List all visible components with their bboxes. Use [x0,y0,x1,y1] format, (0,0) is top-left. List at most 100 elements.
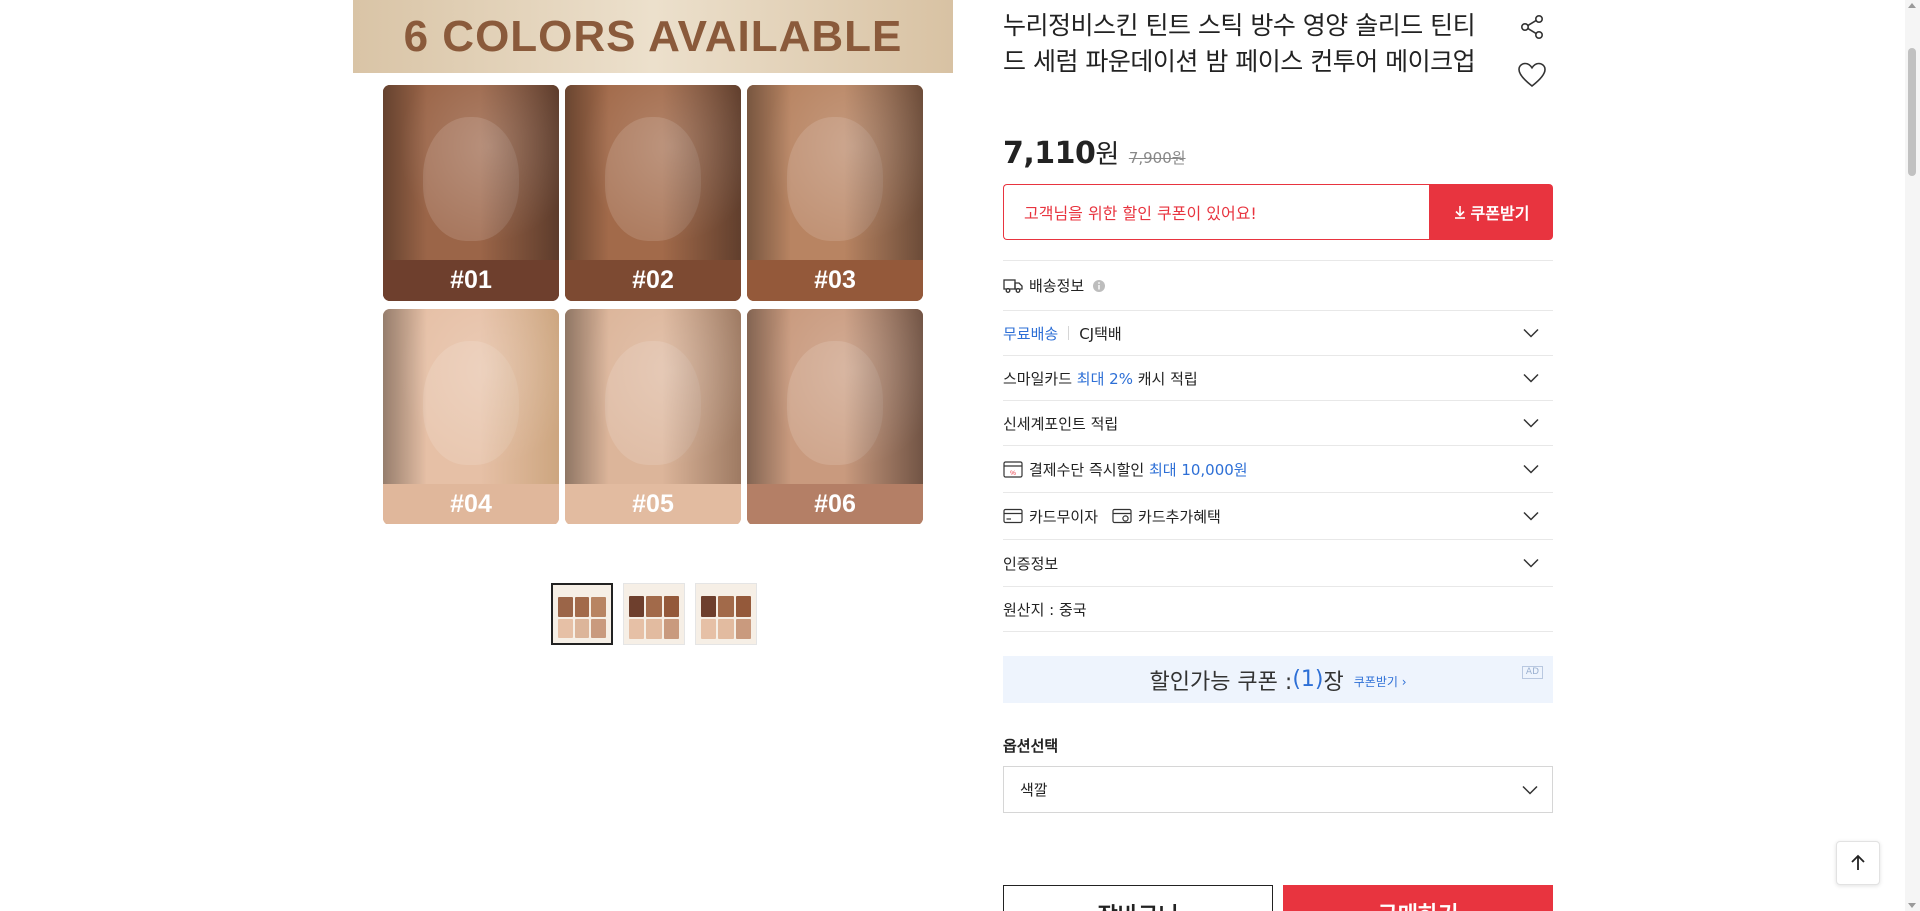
shade-swatch: #04 [383,309,559,524]
payment-discount-label: 결제수단 즉시할인 [1029,460,1145,479]
thumbnail-cell [735,596,751,617]
certification-label: 인증정보 [1003,554,1059,573]
original-price: 7,900원 [1128,149,1186,167]
scroll-to-top-button[interactable] [1836,841,1880,885]
ad-badge: AD [1521,666,1543,679]
thumbnail-cell [701,596,717,617]
chevron-down-icon [1523,554,1539,572]
coupon-bar-suffix: 장 [1323,669,1344,695]
sale-price: 7,110원 [1003,136,1119,171]
color-option-label: 색깔 [1020,781,1048,799]
scrollbar-thumb[interactable] [1908,48,1916,176]
chevron-down-icon [1523,369,1539,387]
payment-discount-highlight: 최대 10,000원 [1148,460,1248,479]
coupon-bar-prefix: 할인가능 쿠폰 : [1149,669,1293,695]
model-face-image [747,309,923,484]
model-face-image [565,309,741,484]
shipping-info-row: 배송정보 [1003,261,1553,311]
certification-row[interactable]: 인증정보 [1003,540,1553,587]
product-main-image[interactable]: 6 COLORS AVAILABLE #01 #02 #03 #04 #05 #06 [353,0,953,524]
download-icon [1454,206,1465,219]
calendar-discount-icon: % [1003,460,1023,478]
info-icon[interactable] [1092,279,1106,293]
card-benefit-row[interactable]: 카드무이자 카드추가혜택 [1003,493,1553,540]
product-title: 누리정비스킨 틴트 스틱 방수 영양 솔리드 틴티드 세럼 파운데이션 밤 페이… [1003,11,1476,76]
purchase-buttons: 장바구니 구매하기 [1003,885,1553,911]
smilecard-suffix: 캐시 적립 [1137,369,1198,388]
thumbnail-cell [629,618,645,639]
chevron-down-icon [1522,781,1538,799]
shade-label: #03 [747,260,923,301]
thumbnail-cell [574,618,590,638]
shade-label: #02 [565,260,741,301]
shade-label: #06 [747,484,923,524]
chevron-down-icon [1523,460,1539,478]
card-benefit-label: 카드추가혜택 [1138,507,1221,526]
option-title: 옵션선택 [1003,737,1059,755]
smilecard-highlight: 최대 2% [1076,369,1133,388]
coupon-message: 고객님을 위한 할인 쿠폰이 있어요! [1003,184,1429,240]
thumbnail-2[interactable] [623,583,685,645]
shade-label: #04 [383,484,559,524]
svg-text:%: % [1010,470,1016,477]
thumbnail-cell [646,596,662,617]
payment-discount-row[interactable]: % 결제수단 즉시할인 최대 10,000원 [1003,446,1553,493]
shipping-method-row[interactable]: 무료배송 CJ택배 [1003,311,1553,356]
arrow-up-icon [1851,854,1865,870]
thumbnail-preview [558,597,606,638]
thumbnail-cell [646,618,662,639]
shade-swatch: #06 [747,309,923,524]
price-unit: 원 [1095,140,1119,170]
share-icon[interactable] [1515,10,1549,44]
coupon-bar-get-link[interactable]: 쿠폰받기 › [1354,673,1407,690]
colors-banner: 6 COLORS AVAILABLE [353,0,953,73]
thumbnail-cell [558,618,573,638]
page-scrollbar[interactable] [1905,0,1920,911]
thumbnail-strip [551,583,757,645]
thumbnail-cell [663,596,679,617]
shade-label: #01 [383,260,559,301]
thumbnail-cell [663,618,679,639]
coupon-box: 고객님을 위한 할인 쿠폰이 있어요! 쿠폰받기 [1003,184,1553,240]
shade-swatch: #03 [747,85,923,301]
thumbnail-cell [735,618,751,639]
thumbnail-preview [629,596,679,639]
hair-shading [661,85,741,260]
shinsegae-point-row[interactable]: 신세계포인트 적립 [1003,401,1553,446]
smilecard-row[interactable]: 스마일카드 최대 2% 캐시 적립 [1003,356,1553,401]
thumbnail-1[interactable] [551,583,613,645]
shade-label: #05 [565,484,741,524]
hair-shading [479,309,559,484]
price-row: 7,110원 7,900원 [1003,134,1186,171]
thumbnail-cell [558,597,573,617]
thumbnail-cell [574,597,590,617]
scroll-down-arrow-icon[interactable] [1908,903,1916,908]
shinsegae-point-label: 신세계포인트 적립 [1003,414,1119,433]
thumbnail-preview [701,596,751,639]
product-gallery: 6 COLORS AVAILABLE #01 #02 #03 #04 #05 #06 [353,0,953,645]
hair-shading [843,85,923,260]
model-face-image [565,85,741,260]
shade-swatch: #05 [565,309,741,524]
coupon-ad-bar[interactable]: 할인가능 쿠폰 : (1) 장 쿠폰받기 › AD [1003,656,1553,703]
thumbnail-cell [701,618,717,639]
carrier-label: CJ택배 [1079,324,1122,343]
hair-shading [479,85,559,260]
add-to-cart-button[interactable]: 장바구니 [1003,885,1273,911]
thumbnail-3[interactable] [695,583,757,645]
heart-icon[interactable] [1515,58,1549,92]
chevron-down-icon [1523,324,1539,342]
model-face-image [747,85,923,260]
model-face-image [383,309,559,484]
color-option-select[interactable]: 색깔 [1003,766,1553,813]
shipping-title: 배송정보 [1029,277,1085,295]
get-coupon-label: 쿠폰받기 [1470,204,1530,223]
scroll-up-arrow-icon[interactable] [1908,3,1916,8]
get-coupon-button[interactable]: 쿠폰받기 [1429,184,1553,240]
shade-grid: #01 #02 #03 #04 #05 #06 [383,85,923,524]
card-benefit-icon [1112,508,1132,524]
buy-now-button[interactable]: 구매하기 [1283,885,1553,911]
hair-shading [843,309,923,484]
smilecard-prefix: 스마일카드 [1003,369,1073,388]
model-face-image [383,85,559,260]
